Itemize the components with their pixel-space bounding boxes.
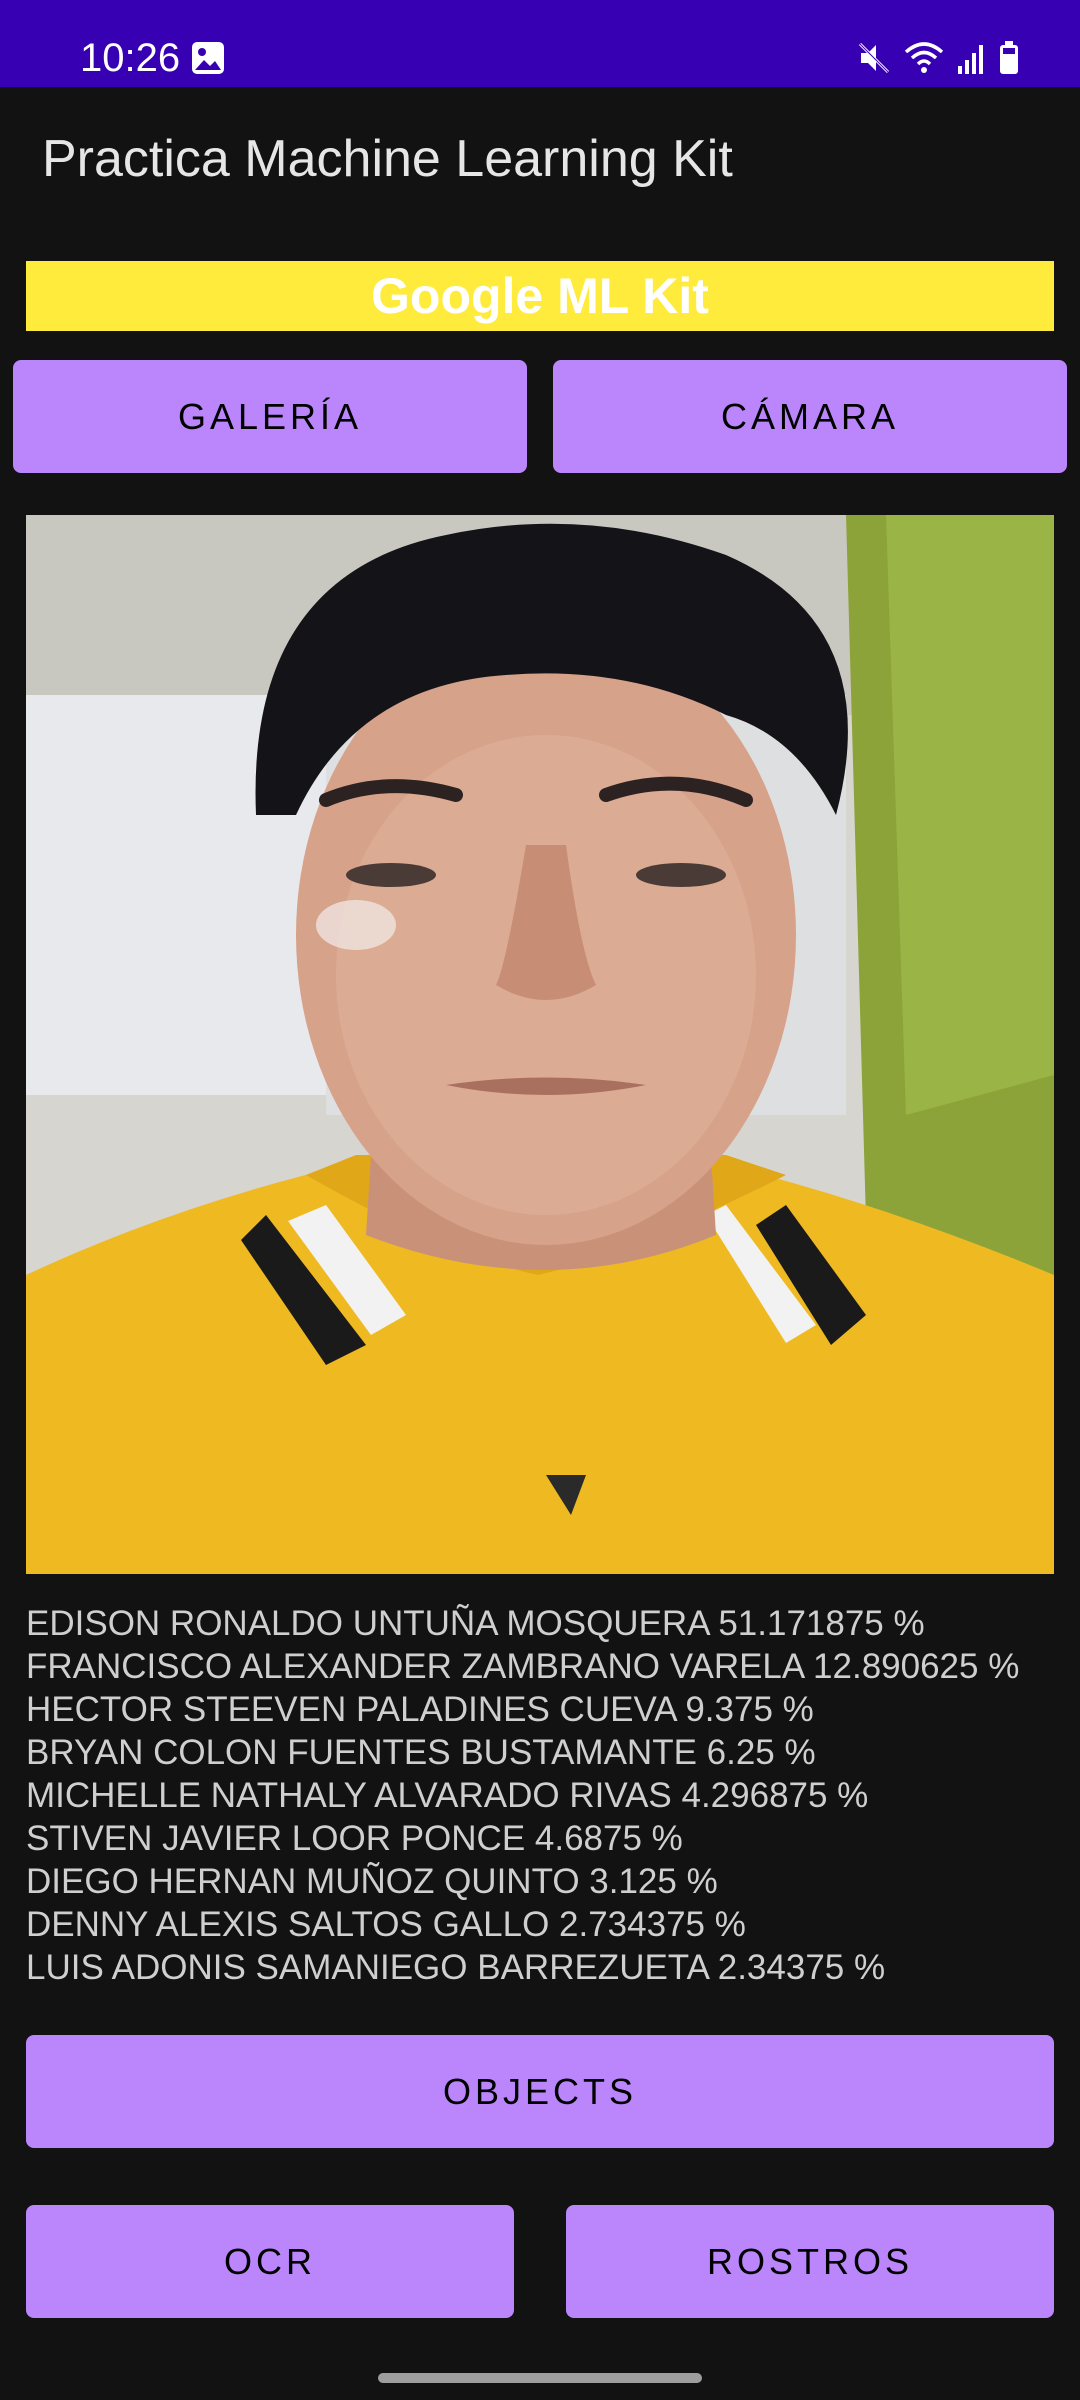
signal-icon: [956, 40, 986, 76]
status-time: 10:26: [80, 36, 181, 80]
ocr-button[interactable]: OCR: [26, 2205, 514, 2318]
result-item: FRANCISCO ALEXANDER ZAMBRANO VARELA 12.8…: [26, 1647, 1020, 1686]
status-bar: 10:26: [0, 0, 1080, 87]
gallery-notification-icon: [190, 40, 226, 76]
battery-icon: [998, 40, 1020, 76]
result-item: LUIS ADONIS SAMANIEGO BARREZUETA 2.34375…: [26, 1948, 886, 1987]
app-title: Practica Machine Learning Kit: [42, 130, 733, 188]
mute-icon: [858, 40, 892, 76]
objects-button[interactable]: OBJECTS: [26, 2035, 1054, 2148]
selected-photo: [26, 515, 1054, 1574]
gesture-nav-handle[interactable]: [378, 2373, 702, 2383]
app-bar: Practica Machine Learning Kit: [0, 87, 1080, 242]
camera-button[interactable]: CÁMARA: [553, 360, 1067, 473]
result-item: DIEGO HERNAN MUÑOZ QUINTO 3.125 %: [26, 1862, 718, 1901]
result-item: EDISON RONALDO UNTUÑA MOSQUERA 51.171875…: [26, 1604, 925, 1643]
gallery-button[interactable]: GALERÍA: [13, 360, 527, 473]
result-item: HECTOR STEEVEN PALADINES CUEVA 9.375 %: [26, 1690, 814, 1729]
faces-button[interactable]: ROSTROS: [566, 2205, 1054, 2318]
status-icons: [858, 36, 1020, 80]
result-item: BRYAN COLON FUENTES BUSTAMANTE 6.25 %: [26, 1733, 816, 1772]
ml-kit-banner: Google ML Kit: [26, 261, 1054, 331]
result-item: STIVEN JAVIER LOOR PONCE 4.6875 %: [26, 1819, 683, 1858]
recognition-results: EDISON RONALDO UNTUÑA MOSQUERA 51.171875…: [26, 1602, 1066, 1989]
result-item: MICHELLE NATHALY ALVARADO RIVAS 4.296875…: [26, 1776, 869, 1815]
wifi-icon: [904, 40, 944, 76]
result-item: DENNY ALEXIS SALTOS GALLO 2.734375 %: [26, 1905, 746, 1944]
